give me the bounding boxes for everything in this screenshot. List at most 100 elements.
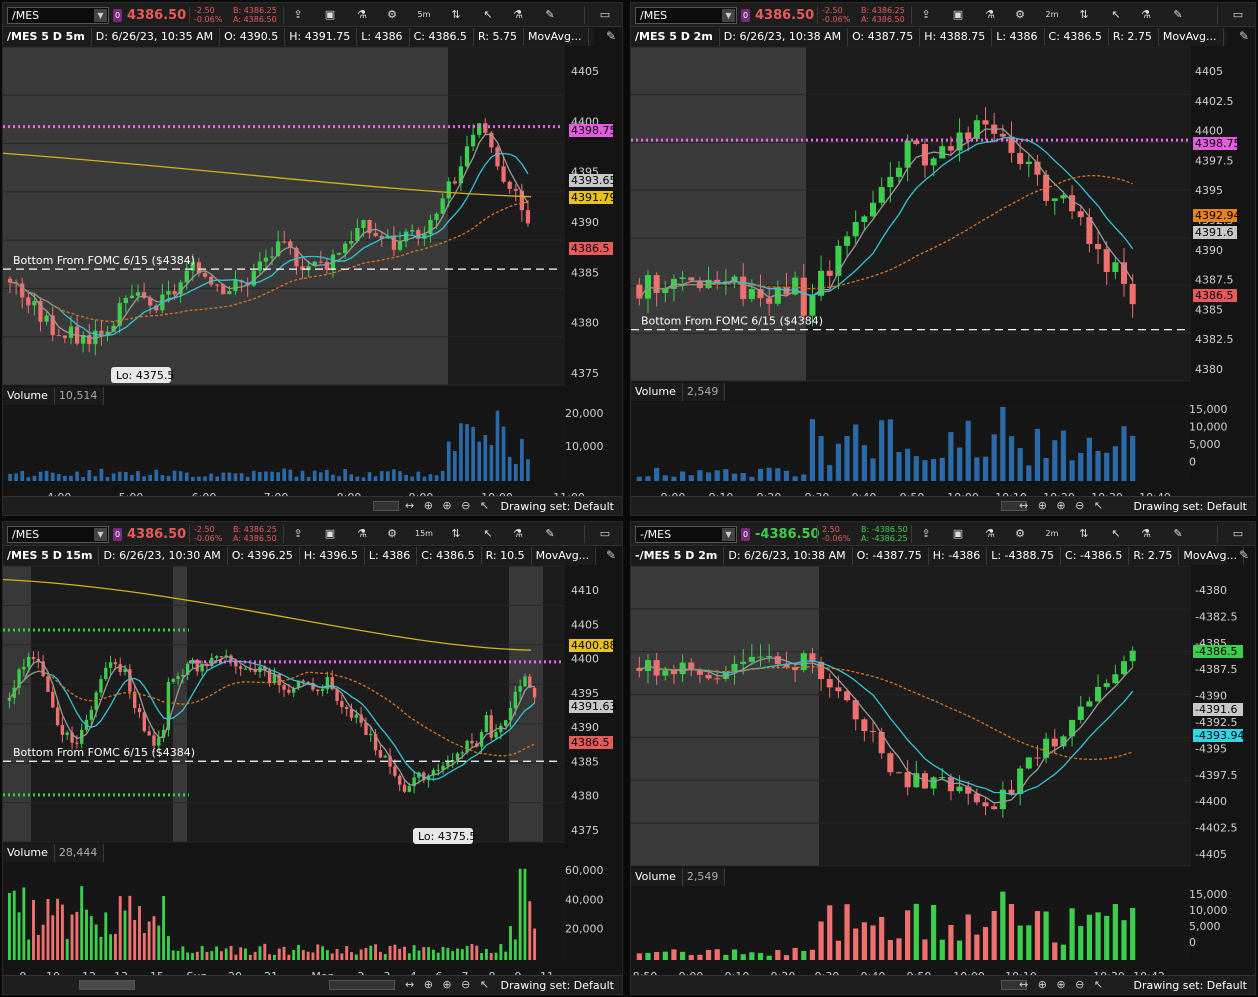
candle-body [147,731,151,736]
volume-bar [133,919,137,960]
scrollbar-thumb[interactable] [373,501,399,511]
volume-bar [480,953,484,960]
volume-bar [186,952,190,960]
volume-bar [523,868,527,960]
volume-bar [757,468,764,481]
candle-body [887,753,894,773]
volume-bar [233,473,238,481]
scrollbar-thumb[interactable] [329,980,395,990]
candle-body [402,784,407,792]
candle-body [705,674,712,679]
drawing-set-label[interactable]: Drawing set: Default [501,500,614,513]
volume-bar [148,474,153,481]
volume-bar [325,950,329,960]
candle-body [904,772,911,788]
volume-bar [974,934,980,960]
candle-body [740,276,747,300]
volume-bar [258,472,262,481]
candle-body [108,662,113,668]
volume-bar [393,944,397,960]
volume-bar [359,949,363,960]
volume-header: Volume 10,514 [3,387,105,405]
volume-bar [475,945,479,960]
volume-bar [835,443,841,481]
candle-body [214,656,219,658]
zoom-controls[interactable]: ↔ ⊕ ⊕ ⊖ ↖ [405,499,492,512]
volume-bar [731,949,738,960]
candle-body [318,261,323,263]
candle-body [152,735,156,746]
volume-bar [801,474,807,481]
volume-bar [662,475,668,481]
price-axis-label: 4387.5 [1195,274,1234,287]
candle-body [809,295,816,316]
candle-body [507,181,512,189]
candle-body [227,291,232,295]
price-tag-text: 4386.5 [571,242,610,255]
candle-body [1077,706,1084,720]
extended-session-shade [3,566,31,842]
zoom-controls[interactable]: ↔ ⊕ ⊕ ⊖ ↖ [1019,978,1106,991]
volume-bar [1052,440,1058,481]
volume-bar [46,899,50,960]
volume-bar [1095,912,1101,960]
candle-body [75,742,79,744]
zoom-controls[interactable]: ↔ ⊕ ⊕ ⊖ ↖ [1019,499,1106,512]
volume-bar [191,953,194,960]
volume-bar [861,445,867,481]
candle-body [1060,195,1067,199]
candle-body [383,755,387,758]
candle-body [257,261,262,271]
volume-bar [69,475,73,481]
volume-bar [65,939,69,960]
volume-bar [8,473,12,481]
volume-bar [203,476,207,481]
price-chart[interactable]: Bottom From FOMC 6/15 ($4384) Lo: 4375.5 4… [3,522,623,995]
volume-bar [282,468,287,481]
drawing-set-label[interactable]: Drawing set: Default [1134,500,1247,513]
price-axis-label: 4400 [1195,125,1223,138]
volume-bar [1026,465,1032,481]
volume-bar [300,470,305,481]
scroll-left-button[interactable] [79,980,135,990]
volume-bar [316,944,320,960]
volume-bar [1112,446,1118,481]
zoom-controls[interactable]: ↔ ⊕ ⊕ ⊖ ↖ [405,978,492,991]
volume-bar [654,467,660,481]
low-marker-label: Lo: 4375.5 [418,830,476,843]
volume-bar [982,456,989,481]
volume-axis-label: 15,000 [1189,888,1228,901]
volume-bar [775,950,781,960]
price-chart[interactable]: Bottom From FOMC 6/15 ($4384) 4405 4402.5 4… [631,3,1256,516]
candle-body [233,280,238,292]
volume-bar [526,459,530,481]
volume-bar [477,441,482,481]
volume-bar [36,934,40,960]
volume-bar [215,476,220,481]
volume-bar [518,868,522,960]
volume-bar [991,434,997,481]
volume-bar [645,952,651,960]
volume-label: Volume [631,868,683,886]
price-chart[interactable]: -4380-4382.5-4385-4387.5-4390-4392.5-439… [631,522,1256,995]
volume-bar [200,946,204,960]
volume-bar [887,419,893,481]
volume-bar [7,892,11,960]
volume-bar [244,948,247,960]
candle-body [407,786,412,792]
candle-body [1025,757,1032,769]
volume-bar [645,476,651,481]
drawing-set-label[interactable]: Drawing set: Default [501,979,614,992]
price-tag-text: 4400.88 [571,639,617,652]
volume-bar [229,945,233,960]
price-chart[interactable]: Bottom From FOMC 6/15 ($4384) Lo: 4375.5 4… [3,3,623,516]
volume-bar [343,468,347,481]
candle-body [748,656,755,662]
candle-body [1095,244,1102,250]
candle-body [1017,152,1024,164]
drawing-set-label[interactable]: Drawing set: Default [1134,979,1247,992]
candle-body [113,662,118,665]
candle-body [129,295,135,298]
candle-body [354,714,359,718]
volume-bar [417,950,421,960]
